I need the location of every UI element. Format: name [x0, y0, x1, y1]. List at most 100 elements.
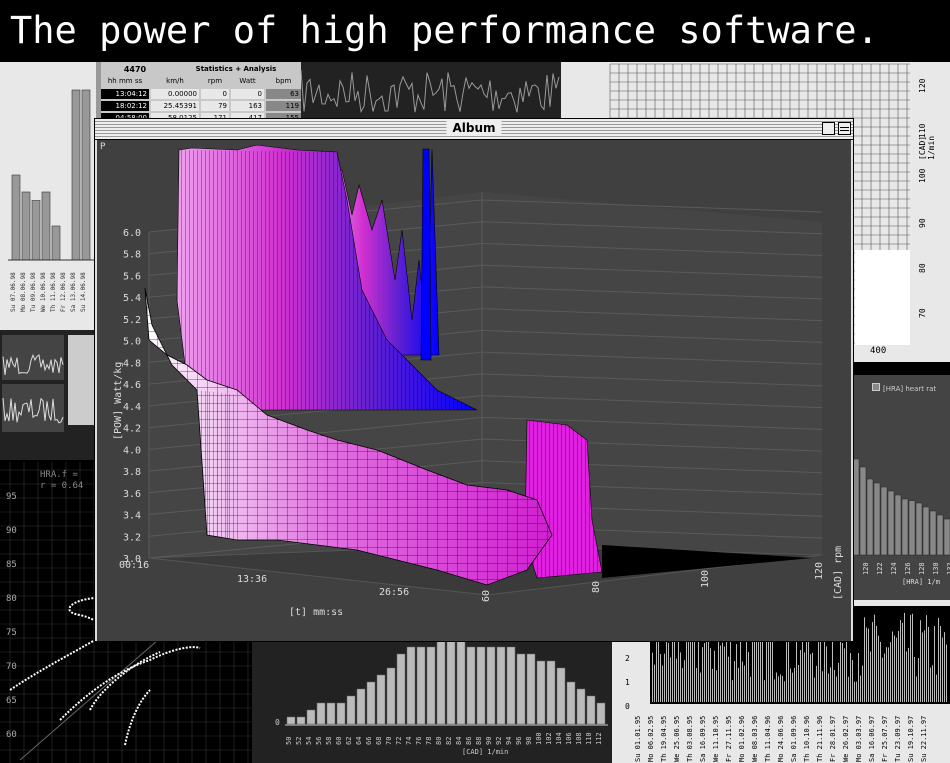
stats-column-header: km/h	[166, 77, 184, 85]
long-date-label: Th 10.10.96	[803, 715, 811, 762]
bar	[904, 612, 905, 702]
bar	[930, 667, 931, 702]
z-axis-label: [CAD] rpm	[833, 546, 844, 600]
zoom-box-icon[interactable]	[822, 122, 835, 135]
bar	[316, 702, 326, 725]
hr-xlabel: [HRA] 1/m	[902, 578, 940, 586]
stats-cell: 79	[201, 101, 229, 111]
cad-tick-label: 78	[425, 736, 433, 745]
daily-tick-label: Su 14.06.98	[80, 272, 87, 312]
album-title-bar[interactable]: Album	[95, 119, 853, 140]
long-date-label: We 25.06.95	[673, 715, 681, 762]
bar	[864, 617, 865, 702]
stats-column-header: Watt	[239, 77, 256, 85]
y-tick-label: 4.4	[123, 402, 141, 413]
scatter-annotation-2: r = 0.64	[40, 481, 84, 491]
scatter-tick-label: 90	[6, 526, 17, 536]
long-date-label: Th 03.08.95	[686, 715, 694, 762]
z-tick-label: 60	[481, 590, 492, 602]
cad-tick-label: 50	[285, 736, 293, 745]
bar	[874, 614, 875, 702]
bar	[924, 630, 925, 702]
cad-tick-label: 72	[395, 736, 403, 745]
bar	[286, 716, 296, 725]
daily-tick-label: Mo 08.06.98	[20, 272, 27, 312]
bar	[822, 671, 823, 702]
surface-spike	[420, 148, 432, 361]
bar	[830, 667, 831, 702]
grid-x-tick: 400	[870, 346, 887, 356]
bar	[920, 620, 921, 702]
bar	[854, 681, 855, 702]
cad-tick-label: 108	[575, 732, 583, 745]
bar	[896, 637, 897, 702]
bar	[716, 670, 717, 702]
bar	[744, 665, 745, 702]
bar	[728, 656, 729, 702]
bar	[806, 634, 807, 702]
bar	[936, 514, 944, 556]
bar	[816, 665, 817, 702]
stats-cell: 119	[266, 101, 301, 111]
cad-tick-label: 104	[555, 732, 563, 745]
waveform-panel	[300, 62, 561, 120]
grid-ylabel: [CAD] 1/min	[918, 135, 936, 160]
stats-cell: 0	[231, 89, 264, 99]
album-title: Album	[446, 121, 502, 135]
bar	[736, 644, 737, 702]
y-tick-label: 6.0	[123, 228, 141, 239]
cad-tick-label: 94	[505, 736, 513, 745]
bar	[326, 702, 336, 725]
cad-tick-label: 58	[325, 736, 333, 745]
bar	[804, 652, 805, 702]
long-date-label: Su 19.10.97	[907, 715, 915, 762]
long-date-label: Mo 06.02.95	[647, 715, 655, 762]
z-tick-label: 100	[700, 570, 711, 588]
scatter-tick-label: 70	[6, 662, 17, 672]
bar	[346, 695, 356, 725]
y-tick-label: 3.8	[123, 467, 141, 478]
bar	[81, 89, 91, 261]
bar	[916, 676, 917, 702]
bar	[944, 632, 945, 702]
cad-tick-label: 54	[305, 736, 313, 745]
bar	[516, 653, 526, 725]
bar	[406, 646, 416, 725]
cad-tick-label: 64	[355, 736, 363, 745]
album-window[interactable]: Album P 3.0 3.2 3.4 3.6 3.8 4.0 4.2 4.4 …	[94, 118, 854, 642]
bar	[436, 639, 446, 725]
stats-column-header: bpm	[275, 77, 292, 85]
bar	[660, 654, 661, 702]
small-waveforms	[0, 330, 95, 460]
bar	[566, 681, 576, 725]
collapse-box-icon[interactable]	[838, 122, 851, 135]
bar	[870, 651, 871, 702]
y-tick-label: 4.0	[123, 445, 141, 456]
bar	[876, 625, 877, 702]
scatter-annotation: HRA.f = r = 0.64	[40, 470, 83, 492]
bar	[778, 676, 779, 702]
bar	[306, 709, 316, 725]
bar	[844, 648, 845, 702]
cad-tick-label: 110	[585, 732, 593, 745]
bar	[915, 502, 923, 556]
stats-column-header: rpm	[207, 77, 223, 85]
bar	[887, 490, 895, 556]
bar	[386, 667, 396, 725]
long-date-label: Th 21.11.96	[816, 715, 824, 762]
bar	[576, 688, 586, 725]
bar	[936, 674, 937, 702]
bar	[732, 680, 733, 702]
z-tick-label: 120	[814, 562, 825, 580]
bar	[878, 635, 879, 702]
bar	[848, 676, 849, 702]
bar	[356, 688, 366, 725]
bar	[782, 676, 783, 702]
bar	[546, 660, 556, 725]
cad-tick-label: 80	[435, 736, 443, 745]
bar	[51, 225, 61, 261]
cad-tick-label: 102	[545, 732, 553, 745]
bar	[912, 613, 913, 702]
y-tick-label: 3.2	[123, 532, 141, 543]
bar	[859, 466, 867, 556]
